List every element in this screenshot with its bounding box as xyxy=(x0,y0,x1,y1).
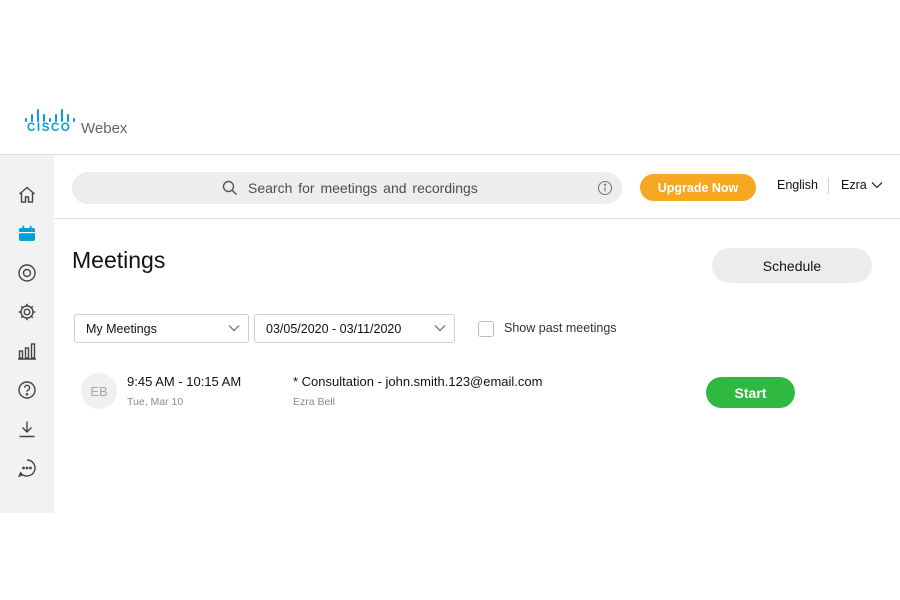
meeting-time: 9:45 AM - 10:15 AM xyxy=(127,374,242,389)
chat-icon xyxy=(17,459,36,478)
meeting-owner-select[interactable]: My Meetings xyxy=(74,314,249,343)
gear-icon xyxy=(18,303,36,321)
sidebar-item-meetings[interactable] xyxy=(15,222,39,246)
sidebar-item-preferences[interactable] xyxy=(15,300,39,324)
home-icon xyxy=(19,186,35,203)
date-range-value: 03/05/2020 - 03/11/2020 xyxy=(266,321,402,336)
sidebar-item-support[interactable] xyxy=(15,378,39,402)
cisco-wordmark: CISCO xyxy=(27,122,72,134)
meeting-date: Tue, Mar 10 xyxy=(127,396,184,408)
top-bar: Upgrade Now English Ezra xyxy=(54,155,900,219)
sidebar-item-downloads[interactable] xyxy=(15,417,39,441)
info-icon[interactable] xyxy=(597,180,613,196)
search-input[interactable] xyxy=(248,172,588,204)
sidebar-item-insights[interactable] xyxy=(15,339,39,363)
start-meeting-button[interactable]: Start xyxy=(706,377,795,408)
sidebar-item-home[interactable] xyxy=(15,183,39,207)
meeting-owner-value: My Meetings xyxy=(86,321,157,336)
bar-chart-icon xyxy=(18,343,36,360)
sidebar-item-feedback[interactable] xyxy=(15,456,39,480)
webex-wordmark: Webex xyxy=(81,120,128,137)
user-name: Ezra xyxy=(841,178,867,192)
meeting-host: Ezra Bell xyxy=(293,396,336,408)
date-range-select[interactable]: 03/05/2020 - 03/11/2020 xyxy=(254,314,455,343)
show-past-meetings-label[interactable]: Show past meetings xyxy=(504,321,617,335)
cisco-bars-icon xyxy=(25,108,75,122)
page-title: Meetings xyxy=(72,247,166,273)
help-icon xyxy=(18,381,36,399)
avatar: EB xyxy=(81,373,117,409)
download-icon xyxy=(19,421,35,438)
schedule-button[interactable]: Schedule xyxy=(712,248,872,283)
search-bar xyxy=(72,172,622,204)
chevron-down-icon xyxy=(434,325,446,332)
user-menu[interactable]: Ezra xyxy=(841,178,883,192)
cisco-webex-logo: CISCO Webex xyxy=(25,108,165,138)
language-selector[interactable]: English xyxy=(777,178,818,192)
meeting-title[interactable]: * Consultation - john.smith.123@email.co… xyxy=(293,374,542,389)
search-icon xyxy=(222,180,237,195)
calendar-icon xyxy=(19,225,35,241)
sidebar-item-recordings[interactable] xyxy=(15,261,39,285)
topbar-divider xyxy=(828,178,829,194)
chevron-down-icon xyxy=(871,182,883,189)
record-icon xyxy=(18,264,36,282)
chevron-down-icon xyxy=(228,325,240,332)
sidebar xyxy=(0,155,54,513)
show-past-meetings-checkbox[interactable] xyxy=(478,321,494,337)
upgrade-now-button[interactable]: Upgrade Now xyxy=(640,174,756,201)
